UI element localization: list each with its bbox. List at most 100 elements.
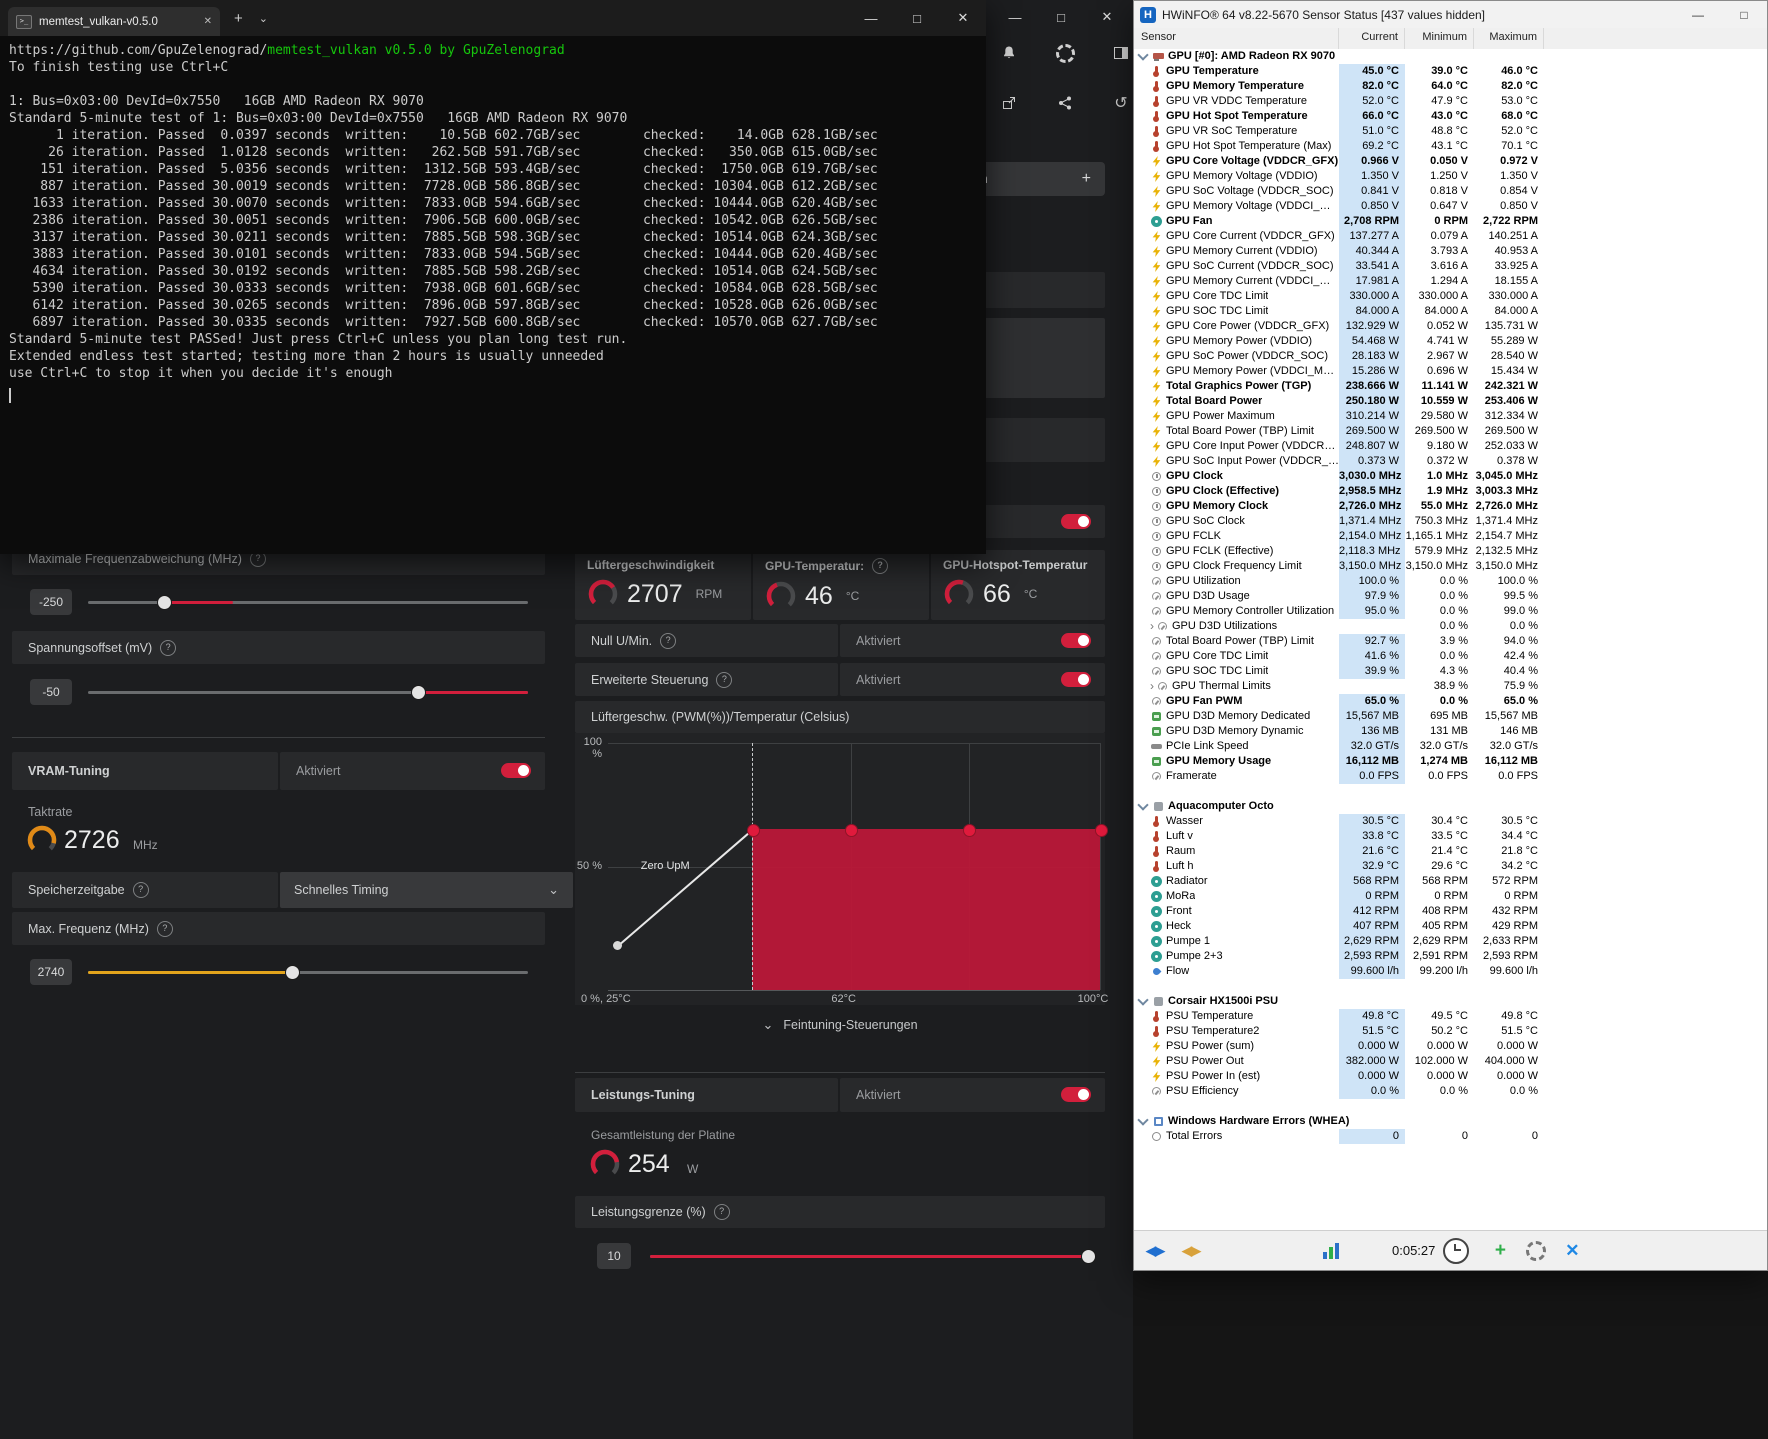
sensor-row[interactable]: Flow 99.600 l/h 99.200 l/h 99.600 l/h [1134, 964, 1767, 979]
tab-close-icon[interactable]: ✕ [204, 16, 212, 27]
zero-rpm-point[interactable] [613, 941, 623, 951]
minimize-button[interactable]: — [848, 0, 894, 36]
slider-handle[interactable] [1081, 1249, 1096, 1264]
max-frequency-slider[interactable] [88, 965, 528, 980]
column-header-maximum[interactable]: Maximum [1474, 28, 1544, 49]
sensor-row[interactable]: GPU Core Voltage (VDDCR_GFX) 0.966 V 0.050… [1134, 154, 1767, 169]
sensor-row[interactable]: PSU Power In (est) 0.000 W 0.000 W 0.000 W [1134, 1069, 1767, 1084]
sensor-row[interactable]: Total Errors 0 0 0 [1134, 1129, 1767, 1144]
minimize-button[interactable]: — [1675, 1, 1721, 28]
sensor-row[interactable]: GPU Core TDC Limit 41.6 % 0.0 % 42.4 % [1134, 649, 1767, 664]
maximize-button[interactable]: □ [1038, 2, 1084, 32]
freq-deviation-slider[interactable] [88, 595, 528, 610]
sensor-row[interactable]: PSU Power (sum) 0.000 W 0.000 W 0.000 W [1134, 1039, 1767, 1054]
sensor-row[interactable]: GPU D3D Memory Dedicated 15,567 MB 695 MB 1… [1134, 709, 1767, 724]
sensor-row[interactable]: › GPU D3D Utilizations 0.0 % 0.0 % [1134, 619, 1767, 634]
sensor-row[interactable]: PSU Power Out 382.000 W 102.000 W 404.000 W [1134, 1054, 1767, 1069]
sensor-row[interactable]: GPU SoC Power (VDDCR_SOC) 28.183 W 2.967 W… [1134, 349, 1767, 364]
sensor-section-row[interactable]: GPU [#0]: AMD Radeon RX 9070 [1134, 49, 1767, 64]
nav-arrows-secondary-button[interactable]: ◀▶ [1176, 1237, 1206, 1265]
collapse-arrow-icon[interactable] [1137, 994, 1149, 1006]
sensor-row[interactable]: GPU Hot Spot Temperature (Max) 69.2 °C 43.… [1134, 139, 1767, 154]
sensor-row[interactable]: GPU SOC TDC Limit 39.9 % 4.3 % 40.4 % [1134, 664, 1767, 679]
sensor-row[interactable]: GPU VR VDDC Temperature 52.0 °C 47.9 °C 53.… [1134, 94, 1767, 109]
new-tab-button[interactable]: + [234, 10, 243, 27]
max-frequency-value[interactable]: 2740 [30, 959, 72, 985]
sensor-row[interactable]: GPU Memory Voltage (VDDIO) 1.350 V 1.250 V… [1134, 169, 1767, 184]
sensor-row[interactable]: PCIe Link Speed 32.0 GT/s 32.0 GT/s 32.0 GT… [1134, 739, 1767, 754]
collapse-arrow-icon[interactable] [1137, 799, 1149, 811]
sensor-row[interactable]: Radiator 568 RPM 568 RPM 572 RPM [1134, 874, 1767, 889]
sensor-row[interactable]: Front 412 RPM 408 RPM 432 RPM [1134, 904, 1767, 919]
sensor-row[interactable]: GPU Memory Power (VDDIO) 54.468 W 4.741 W 5… [1134, 334, 1767, 349]
layout-button[interactable] [1110, 42, 1132, 64]
expand-chevron-icon[interactable]: › [1150, 619, 1154, 634]
column-header-current[interactable]: Current [1339, 28, 1405, 49]
sensor-row[interactable]: GPU Clock Frequency Limit 3,150.0 MHz 3,15… [1134, 559, 1767, 574]
sensor-row[interactable]: GPU Memory Temperature 82.0 °C 64.0 °C 82.0… [1134, 79, 1767, 94]
sensor-row[interactable]: GPU Fan 2,708 RPM 0 RPM 2,722 RPM [1134, 214, 1767, 229]
sensor-row[interactable]: GPU Temperature 45.0 °C 39.0 °C 46.0 °C [1134, 64, 1767, 79]
sensor-row[interactable]: Pumpe 2+3 2,593 RPM 2,591 RPM 2,593 RPM [1134, 949, 1767, 964]
fan-curve-point[interactable] [746, 823, 760, 837]
help-icon[interactable] [872, 558, 889, 574]
collapse-arrow-icon[interactable] [1137, 1114, 1149, 1126]
sensor-row[interactable]: GPU Memory Power (VDDCI_MEM) 15.286 W 0.69… [1134, 364, 1767, 379]
sensor-row[interactable]: Total Graphics Power (TGP) 238.666 W 11.14… [1134, 379, 1767, 394]
sensor-row[interactable]: Total Board Power (TBP) Limit 92.7 % 3.9 %… [1134, 634, 1767, 649]
help-icon[interactable] [716, 671, 733, 688]
voltage-offset-slider[interactable] [88, 685, 528, 700]
sensor-row[interactable]: GPU Memory Voltage (VDDCI_MEM) 0.850 V 0.6… [1134, 199, 1767, 214]
terminal-tab[interactable]: memtest_vulkan-v0.5.0 ✕ [8, 7, 220, 36]
collapse-arrow-icon[interactable] [1137, 49, 1149, 61]
help-icon[interactable] [713, 1204, 730, 1220]
zero-rpm-toggle[interactable] [1061, 633, 1091, 648]
sensor-row[interactable]: Total Board Power (TBP) Limit 269.500 W 26… [1134, 424, 1767, 439]
sensor-row[interactable]: GPU Memory Current (VDDCI_MEM) 17.981 A 1.… [1134, 274, 1767, 289]
sensor-row[interactable]: Pumpe 1 2,629 RPM 2,629 RPM 2,633 RPM [1134, 934, 1767, 949]
terminal-titlebar[interactable]: memtest_vulkan-v0.5.0 ✕ + ⌄ — □ ✕ [0, 0, 986, 36]
sensor-row[interactable]: GPU FCLK 2,154.0 MHz 1,165.1 MHz 2,154.7 MH… [1134, 529, 1767, 544]
sensor-row[interactable]: PSU Temperature2 51.5 °C 50.2 °C 51.5 °C [1134, 1024, 1767, 1039]
sensor-section-row[interactable]: Corsair HX1500i PSU [1134, 994, 1767, 1009]
export-button[interactable] [998, 92, 1020, 114]
power-limit-slider[interactable] [650, 1249, 1096, 1264]
freq-deviation-value[interactable]: -250 [30, 589, 72, 615]
sensor-row[interactable]: Heck 407 RPM 405 RPM 429 RPM [1134, 919, 1767, 934]
sensor-row[interactable]: GPU D3D Usage 97.9 % 0.0 % 99.5 % [1134, 589, 1767, 604]
sensor-settings-button[interactable] [1521, 1237, 1551, 1265]
tab-dropdown-button[interactable]: ⌄ [259, 12, 268, 25]
maximize-button[interactable]: □ [1721, 1, 1767, 28]
sensor-row[interactable]: Raum 21.6 °C 21.4 °C 21.8 °C [1134, 844, 1767, 859]
sensor-row[interactable]: GPU Hot Spot Temperature 66.0 °C 43.0 °C 68… [1134, 109, 1767, 124]
sensor-row[interactable]: GPU Core Current (VDDCR_GFX) 137.277 A 0.0… [1134, 229, 1767, 244]
sensor-row[interactable]: GPU Utilization 100.0 % 0.0 % 100.0 % [1134, 574, 1767, 589]
help-icon[interactable] [160, 639, 177, 656]
sensor-row[interactable]: GPU SoC Clock 1,371.4 MHz 750.3 MHz 1,371.4… [1134, 514, 1767, 529]
close-button[interactable]: ✕ [940, 0, 986, 36]
sensor-row[interactable]: GPU SoC Current (VDDCR_SOC) 33.541 A 3.616… [1134, 259, 1767, 274]
sensor-row[interactable]: GPU SoC Voltage (VDDCR_SOC) 0.841 V 0.818 … [1134, 184, 1767, 199]
hwinfo-titlebar[interactable]: HWiNFO® 64 v8.22-5670 Sensor Status [437… [1134, 1, 1767, 29]
sensor-row[interactable]: GPU Memory Controller Utilization 95.0 % 0… [1134, 604, 1767, 619]
settings-button[interactable] [1054, 42, 1076, 64]
help-icon[interactable] [156, 920, 173, 937]
add-sensor-button[interactable]: + [1485, 1237, 1515, 1265]
sensor-row[interactable]: Luft v 33.8 °C 33.5 °C 34.4 °C [1134, 829, 1767, 844]
sensor-row[interactable]: Luft h 32.9 °C 29.6 °C 34.2 °C [1134, 859, 1767, 874]
fan-curve-chart[interactable]: 100 % 50 % 0 %, 25°C 62°C 100°C Zero UpM [575, 733, 1108, 1005]
power-tuning-toggle[interactable] [1061, 1087, 1091, 1102]
column-header-minimum[interactable]: Minimum [1405, 28, 1474, 49]
sensor-row[interactable]: GPU SoC Input Power (VDDCR_SOC) 0.373 W 0.… [1134, 454, 1767, 469]
voltage-offset-value[interactable]: -50 [30, 679, 72, 705]
sensor-row[interactable]: GPU Power Maximum 310.214 W 29.580 W 312.33… [1134, 409, 1767, 424]
sensor-row[interactable]: GPU Core Input Power (VDDCR_GFX) 248.807 … [1134, 439, 1767, 454]
sensor-section-row[interactable]: Windows Hardware Errors (WHEA) [1134, 1114, 1767, 1129]
slider-handle[interactable] [157, 595, 172, 610]
sensor-row[interactable]: GPU FCLK (Effective) 2,118.3 MHz 579.9 MHz… [1134, 544, 1767, 559]
nav-arrows-button[interactable]: ◀▶ [1140, 1237, 1170, 1265]
sensor-row[interactable]: Framerate 0.0 FPS 0.0 FPS 0.0 FPS [1134, 769, 1767, 784]
sensor-row[interactable]: GPU D3D Memory Dynamic 136 MB 131 MB 146 MB [1134, 724, 1767, 739]
sensor-row[interactable]: GPU Core Power (VDDCR_GFX) 132.929 W 0.052… [1134, 319, 1767, 334]
slider-handle[interactable] [411, 685, 426, 700]
